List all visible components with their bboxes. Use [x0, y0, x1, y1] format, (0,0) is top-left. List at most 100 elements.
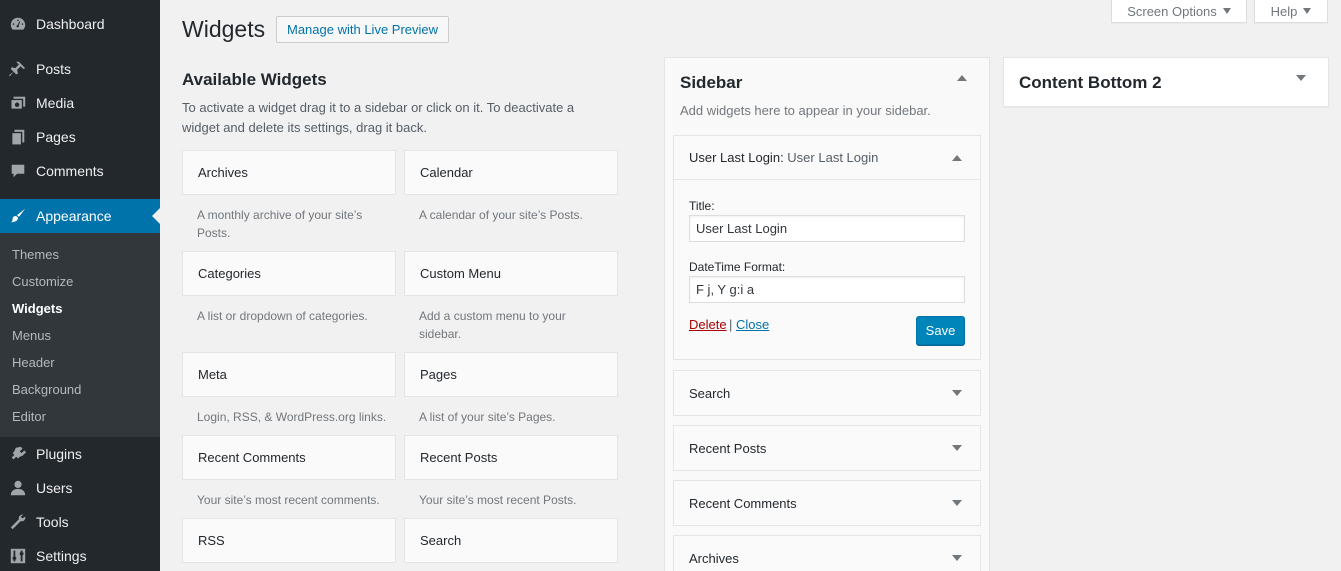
submenu-editor[interactable]: Editor	[12, 409, 46, 424]
media-icon	[0, 94, 36, 112]
sidebar-collapse-icon[interactable]	[957, 75, 967, 81]
sidebar-widget-recent-comments[interactable]: Recent Comments	[673, 480, 981, 526]
submenu-themes[interactable]: Themes	[12, 247, 59, 262]
widget-archives[interactable]: Archives	[182, 150, 396, 195]
widget-title: Custom Menu	[420, 266, 501, 281]
widget-custom-menu[interactable]: Custom Menu	[404, 251, 618, 296]
menu-label-media: Media	[36, 95, 75, 111]
submenu-customize[interactable]: Customize	[12, 274, 73, 289]
dashboard-icon	[0, 15, 36, 33]
content-bottom-2-title: Content Bottom 2	[1019, 73, 1162, 92]
menu-item-plugins[interactable]: Plugins	[0, 437, 160, 471]
menu-item-media[interactable]: Media	[0, 86, 160, 120]
expand-icon[interactable]	[952, 500, 962, 506]
wrench-icon	[0, 513, 36, 531]
menu-label-dashboard: Dashboard	[36, 16, 105, 32]
expand-icon[interactable]	[952, 445, 962, 451]
widget-recent-posts[interactable]: Recent Posts	[404, 435, 618, 480]
save-button[interactable]: Save	[916, 316, 965, 345]
widget-description: A calendar of your site’s Posts.	[419, 208, 583, 222]
menu-label-users: Users	[36, 480, 73, 496]
menu-label-tools: Tools	[36, 514, 69, 530]
open-widget-title-colon: :	[780, 150, 788, 165]
pin-icon	[0, 60, 36, 78]
widget-title: Calendar	[420, 165, 473, 180]
widget-description: Add a custom menu to your sidebar.	[419, 309, 566, 341]
widget-search[interactable]: Search	[404, 518, 618, 563]
expand-icon[interactable]	[952, 555, 962, 561]
open-widget-title-suffix: User Last Login	[787, 150, 879, 165]
menu-item-dashboard[interactable]: Dashboard	[0, 7, 160, 41]
menu-label-comments: Comments	[36, 163, 104, 179]
settings-sliders-icon	[0, 547, 36, 565]
submenu-widgets[interactable]: Widgets	[12, 301, 62, 316]
menu-item-tools[interactable]: Tools	[0, 505, 160, 539]
widget-description: A list of your site’s Pages.	[419, 410, 556, 424]
widget-pages[interactable]: Pages	[404, 352, 618, 397]
menu-item-comments[interactable]: Comments	[0, 154, 160, 188]
sidebar-widget-title: Archives	[689, 550, 739, 566]
datetime-format-label: DateTime Format:	[689, 260, 786, 274]
sidebar-widget-title: Recent Posts	[689, 440, 767, 456]
sidebar-widget-title: Recent Comments	[689, 495, 797, 511]
widget-rss[interactable]: RSS	[182, 518, 396, 563]
widget-description: Login, RSS, & WordPress.org links.	[197, 410, 387, 424]
widget-title: Recent Comments	[198, 450, 306, 465]
delete-link[interactable]: Delete	[689, 317, 727, 332]
open-widget-header[interactable]: User Last Login: User Last Login	[674, 136, 980, 180]
title-field[interactable]: User Last Login	[689, 215, 965, 242]
widget-title: Archives	[198, 165, 248, 180]
widget-recent-comments[interactable]: Recent Comments	[182, 435, 396, 480]
widget-categories[interactable]: Categories	[182, 251, 396, 296]
sidebar-widget-title: Search	[689, 385, 731, 401]
screen-options-label: Screen Options	[1127, 3, 1217, 19]
expand-icon[interactable]	[1296, 75, 1306, 81]
menu-item-users[interactable]: Users	[0, 471, 160, 505]
user-icon	[0, 479, 36, 497]
submenu-background[interactable]: Background	[12, 382, 81, 397]
menu-label-pages: Pages	[36, 129, 76, 145]
widget-calendar[interactable]: Calendar	[404, 150, 618, 195]
comment-icon	[0, 162, 36, 180]
menu-label-plugins: Plugins	[36, 446, 82, 462]
pages-icon	[0, 128, 36, 146]
widget-title: Pages	[420, 367, 457, 382]
expand-icon[interactable]	[952, 390, 962, 396]
menu-item-appearance[interactable]: Appearance	[0, 199, 160, 233]
appearance-submenu: Themes Customize Widgets Menus Header Ba…	[0, 233, 160, 437]
close-link[interactable]: Close	[736, 317, 769, 332]
datetime-format-field[interactable]: F j, Y g:i a	[689, 276, 965, 303]
admin-menu: Dashboard Posts Media Pages Comments App…	[0, 0, 160, 571]
caret-down-icon	[1222, 8, 1231, 14]
menu-label-posts: Posts	[36, 61, 72, 77]
sidebar-area-title: Sidebar	[680, 73, 743, 92]
link-separator: |	[729, 317, 733, 332]
available-widgets-description: To activate a widget drag it to a sideba…	[182, 100, 575, 135]
open-widget-name: User Last Login	[689, 150, 781, 165]
menu-label-settings: Settings	[36, 548, 87, 564]
widget-title: Recent Posts	[420, 450, 498, 465]
submenu-header[interactable]: Header	[12, 355, 55, 370]
page-title: Widgets	[182, 16, 266, 42]
plugin-icon	[0, 445, 36, 463]
widget-description: A list or dropdown of categories.	[197, 309, 368, 323]
sidebar-widget-archives[interactable]: Archives	[673, 535, 981, 571]
title-field-label: Title:	[689, 199, 715, 213]
submenu-menus[interactable]: Menus	[12, 328, 51, 343]
sidebar-widget-search[interactable]: Search	[673, 370, 981, 416]
available-widgets-title: Available Widgets	[182, 70, 327, 89]
menu-item-posts[interactable]: Posts	[0, 52, 160, 86]
help-label: Help	[1270, 3, 1298, 19]
widget-title: Search	[420, 533, 462, 548]
sidebar-widget-recent-posts[interactable]: Recent Posts	[673, 425, 981, 471]
caret-down-icon	[1303, 8, 1312, 14]
help-button[interactable]: Help	[1254, 0, 1328, 23]
screen-options-button[interactable]: Screen Options	[1111, 0, 1247, 23]
menu-label-appearance: Appearance	[36, 208, 112, 224]
widget-description: Your site’s most recent Posts.	[419, 493, 577, 507]
widget-meta[interactable]: Meta	[182, 352, 396, 397]
menu-item-settings[interactable]: Settings	[0, 539, 160, 571]
manage-live-preview-button[interactable]: Manage with Live Preview	[276, 16, 450, 43]
widget-collapse-icon[interactable]	[952, 155, 962, 161]
menu-item-pages[interactable]: Pages	[0, 120, 160, 154]
